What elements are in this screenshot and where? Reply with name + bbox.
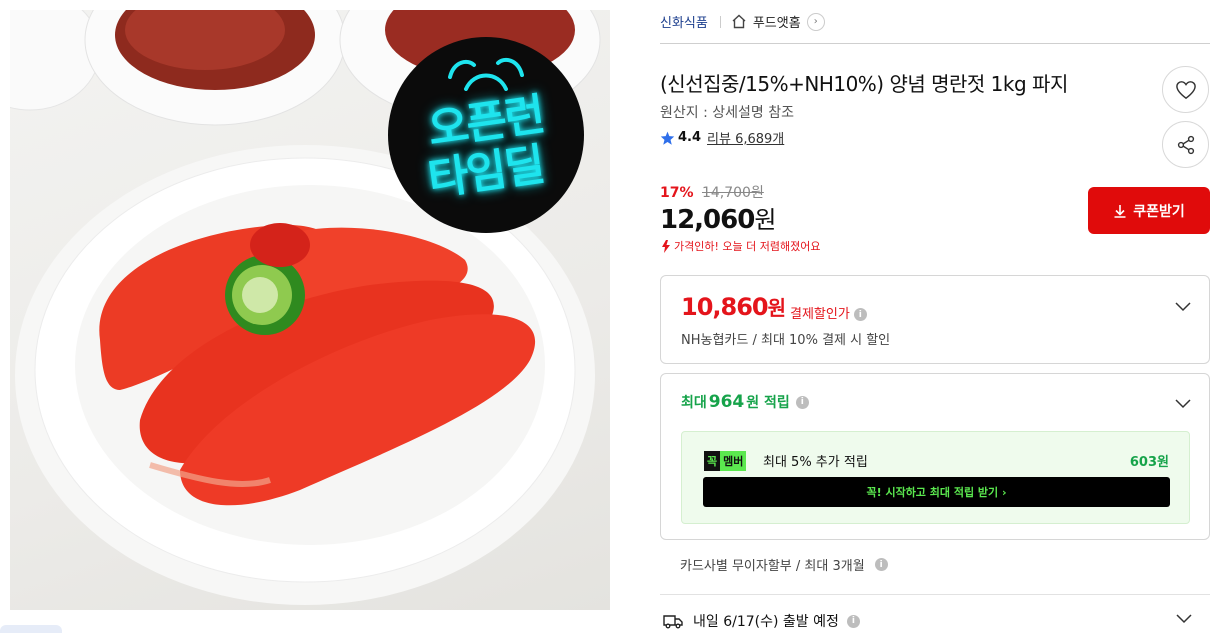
original-price: 14,700원 bbox=[701, 185, 764, 201]
points-suffix: 원 적립 bbox=[746, 395, 790, 411]
breadcrumb-divider bbox=[719, 15, 721, 28]
price-drop-note: 가격인하! 오늘 더 저렴해졌어요 bbox=[660, 238, 820, 254]
product-info-panel: 신화식품 푸드앳홈 › (신선집중/15%+NH10%) 양념 명란젓 1kg … bbox=[660, 0, 1210, 630]
shipping-text: 내일 6/17(수) 출발 예정 bbox=[693, 614, 839, 630]
chevron-down-icon[interactable] bbox=[1176, 610, 1192, 626]
card-discount-label: 결제할인가 i bbox=[790, 303, 867, 322]
share-button[interactable] bbox=[1162, 121, 1209, 168]
card-discount-box[interactable]: 10,860원 결제할인가 i NH농협카드 / 최대 10% 결제 시 할인 bbox=[660, 275, 1210, 364]
price-down-icon bbox=[662, 239, 670, 253]
info-icon[interactable]: i bbox=[795, 395, 809, 409]
store-arrow-icon[interactable]: › bbox=[806, 12, 825, 31]
thumbnail-strip-hint[interactable] bbox=[0, 625, 62, 633]
membership-join-button[interactable]: 꼭! 시작하고 최대 적립 받기 › bbox=[703, 477, 1170, 507]
membership-benefit-text: 최대 5% 추가 적립 bbox=[763, 455, 868, 470]
store-link[interactable]: 푸드앳홈 bbox=[753, 12, 801, 31]
rating-row: 4.4 리뷰 6,689개 bbox=[660, 128, 784, 147]
heart-icon bbox=[1175, 80, 1196, 99]
card-discount-price-value: 10,860 bbox=[681, 293, 769, 321]
chevron-down-icon[interactable] bbox=[1175, 395, 1191, 411]
chevron-down-icon[interactable] bbox=[1175, 298, 1191, 314]
sale-price: 12,060원 bbox=[660, 200, 776, 235]
card-discount-detail: NH농협카드 / 최대 10% 결제 시 할인 bbox=[681, 333, 891, 348]
time-deal-badge: 오픈런 타임딜 bbox=[388, 37, 584, 233]
installment-text: 카드사별 무이자할부 / 최대 3개월 bbox=[680, 559, 865, 574]
card-discount-price: 10,860원 bbox=[681, 292, 786, 321]
star-icon bbox=[660, 131, 675, 145]
rating-score: 4.4 bbox=[678, 130, 702, 145]
points-amount: 964 bbox=[708, 392, 745, 412]
home-icon bbox=[731, 14, 747, 29]
divider bbox=[660, 594, 1210, 595]
truck-icon bbox=[663, 615, 683, 629]
like-button[interactable] bbox=[1162, 66, 1209, 113]
sale-price-unit: 원 bbox=[754, 206, 776, 234]
membership-badge-green: 멤버 bbox=[720, 451, 747, 471]
product-origin: 원산지 : 상세설명 참조 bbox=[660, 105, 794, 121]
card-discount-price-unit: 원 bbox=[767, 296, 786, 320]
download-icon bbox=[1114, 204, 1126, 218]
discount-row: 17% 14,700원 bbox=[660, 182, 764, 202]
points-box: 최대 964 원 적립 i 꼭 멤버 최대 5% 추가 적립 603원 꼭! 시… bbox=[660, 373, 1210, 540]
seller-link[interactable]: 신화식품 bbox=[660, 12, 708, 31]
discount-rate: 17% bbox=[660, 185, 694, 201]
breadcrumb: 신화식품 푸드앳홈 › bbox=[660, 0, 1210, 44]
share-icon bbox=[1177, 135, 1194, 154]
alarm-clock-icon bbox=[448, 57, 524, 91]
review-count-link[interactable]: 리뷰 6,689개 bbox=[707, 128, 784, 147]
coupon-button[interactable]: 쿠폰받기 bbox=[1088, 187, 1210, 234]
product-title: (신선집중/15%+NH10%) 양념 명란젓 1kg 파지 bbox=[660, 72, 1068, 96]
info-icon[interactable]: i bbox=[874, 558, 888, 571]
points-summary: 최대 964 원 적립 i bbox=[681, 392, 809, 412]
price-drop-text: 가격인하! 오늘 더 저렴해졌어요 bbox=[674, 240, 821, 253]
info-icon[interactable]: i bbox=[853, 308, 867, 321]
shipping-info[interactable]: 내일 6/17(수) 출발 예정 i bbox=[663, 611, 860, 631]
coupon-button-label: 쿠폰받기 bbox=[1133, 202, 1185, 219]
membership-promo: 꼭 멤버 최대 5% 추가 적립 603원 꼭! 시작하고 최대 적립 받기 › bbox=[681, 431, 1190, 524]
info-icon[interactable]: i bbox=[846, 614, 860, 628]
points-prefix: 최대 bbox=[681, 395, 707, 411]
installment-info: 카드사별 무이자할부 / 최대 3개월 i bbox=[680, 555, 888, 574]
membership-badge-dark: 꼭 bbox=[704, 451, 721, 471]
membership-badge: 꼭 멤버 bbox=[704, 451, 747, 471]
membership-points: 603원 bbox=[1129, 455, 1169, 470]
sale-price-value: 12,060 bbox=[660, 205, 755, 235]
card-discount-label-text: 결제할인가 bbox=[790, 307, 850, 322]
product-image[interactable]: 오픈런 타임딜 bbox=[10, 10, 610, 610]
